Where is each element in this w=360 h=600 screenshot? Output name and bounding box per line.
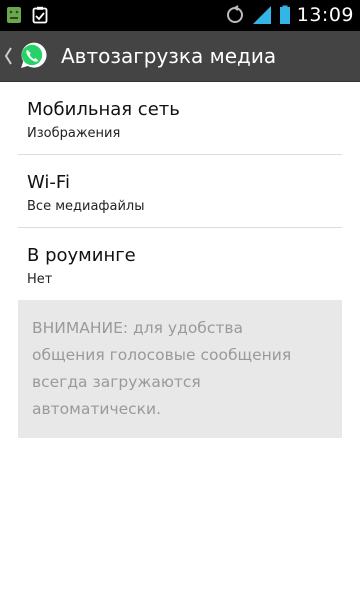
setting-title: Wi-Fi <box>27 172 70 193</box>
setting-summary: Нет <box>27 272 53 287</box>
chevron-left-icon <box>4 47 12 65</box>
signal-icon <box>252 6 271 24</box>
android-notification-icon <box>7 7 21 23</box>
setting-summary: Изображения <box>27 126 121 141</box>
up-button[interactable] <box>3 39 49 73</box>
status-bar: 13:09 <box>0 0 360 31</box>
setting-roaming[interactable]: В роуминге Нет <box>18 228 342 301</box>
voice-messages-note: ВНИМАНИЕ: для удобства общения голосовые… <box>18 300 342 438</box>
clipboard-check-icon <box>32 6 48 24</box>
sync-icon <box>226 5 243 23</box>
setting-mobile-network[interactable]: Мобильная сеть Изображения <box>18 82 342 155</box>
setting-wifi[interactable]: Wi-Fi Все медиафайлы <box>18 155 342 228</box>
battery-icon <box>279 5 290 24</box>
note-text: ВНИМАНИЕ: для удобства общения голосовые… <box>32 319 292 418</box>
page-title: Автозагрузка медиа <box>61 44 277 68</box>
settings-list: Мобильная сеть Изображения Wi-Fi Все мед… <box>0 82 360 301</box>
setting-title: Мобильная сеть <box>27 99 180 120</box>
setting-title: В роуминге <box>27 245 136 266</box>
action-bar: Автозагрузка медиа <box>0 31 360 82</box>
setting-summary: Все медиафайлы <box>27 199 145 214</box>
whatsapp-icon <box>21 42 47 68</box>
status-time: 13:09 <box>296 4 354 26</box>
